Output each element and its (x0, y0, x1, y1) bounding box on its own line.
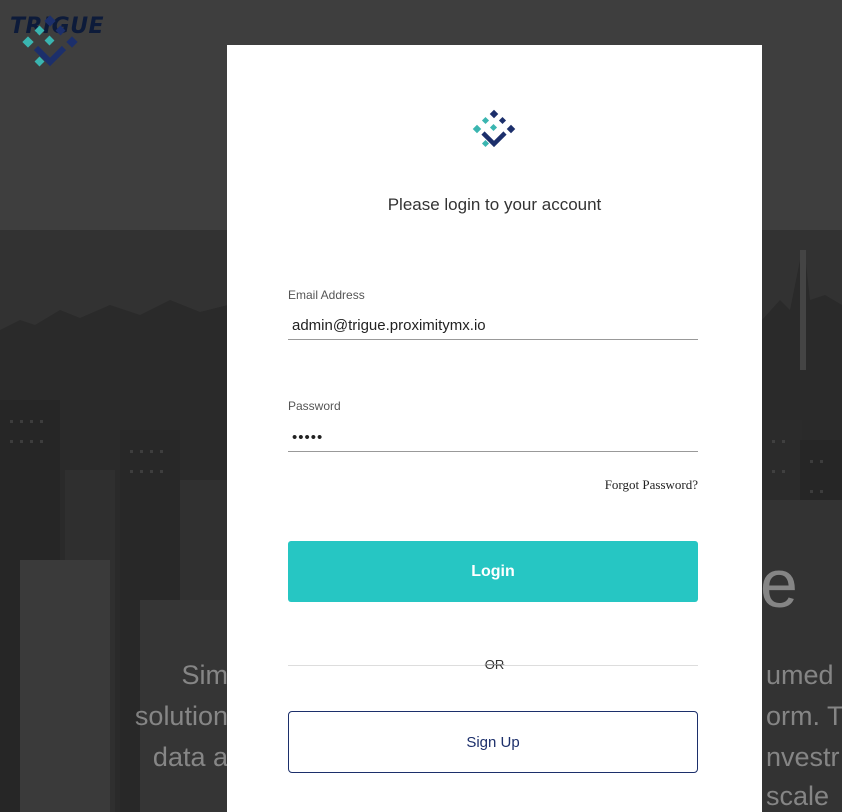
password-label: Password (288, 399, 341, 413)
background-text-left-1: Sim (181, 660, 229, 690)
background-text-left-2: solution (134, 701, 228, 731)
forgot-password-link[interactable]: Forgot Password? (605, 477, 698, 493)
or-label: OR (484, 657, 505, 672)
background-text-left-3: data a (152, 742, 228, 772)
or-separator: OR (227, 657, 762, 672)
background-headline-char: e (760, 546, 798, 622)
trigue-logo-icon (472, 109, 516, 148)
background-text-right-1: umed (766, 660, 834, 690)
login-modal: Please login to your account Email Addre… (227, 45, 762, 812)
background-text-right-4: scale (766, 781, 830, 811)
sign-up-button[interactable]: Sign Up (288, 711, 698, 773)
password-field[interactable] (288, 424, 698, 452)
login-button[interactable]: Login (288, 541, 698, 602)
background-text-right-3: nvestr (766, 742, 840, 772)
trigue-logo-icon (22, 15, 78, 67)
brand-header: TRIGUE (10, 14, 104, 67)
email-field[interactable] (288, 312, 698, 340)
login-heading: Please login to your account (387, 195, 602, 214)
email-label: Email Address (288, 288, 365, 302)
background-text-right-2: orm. T (766, 701, 842, 731)
